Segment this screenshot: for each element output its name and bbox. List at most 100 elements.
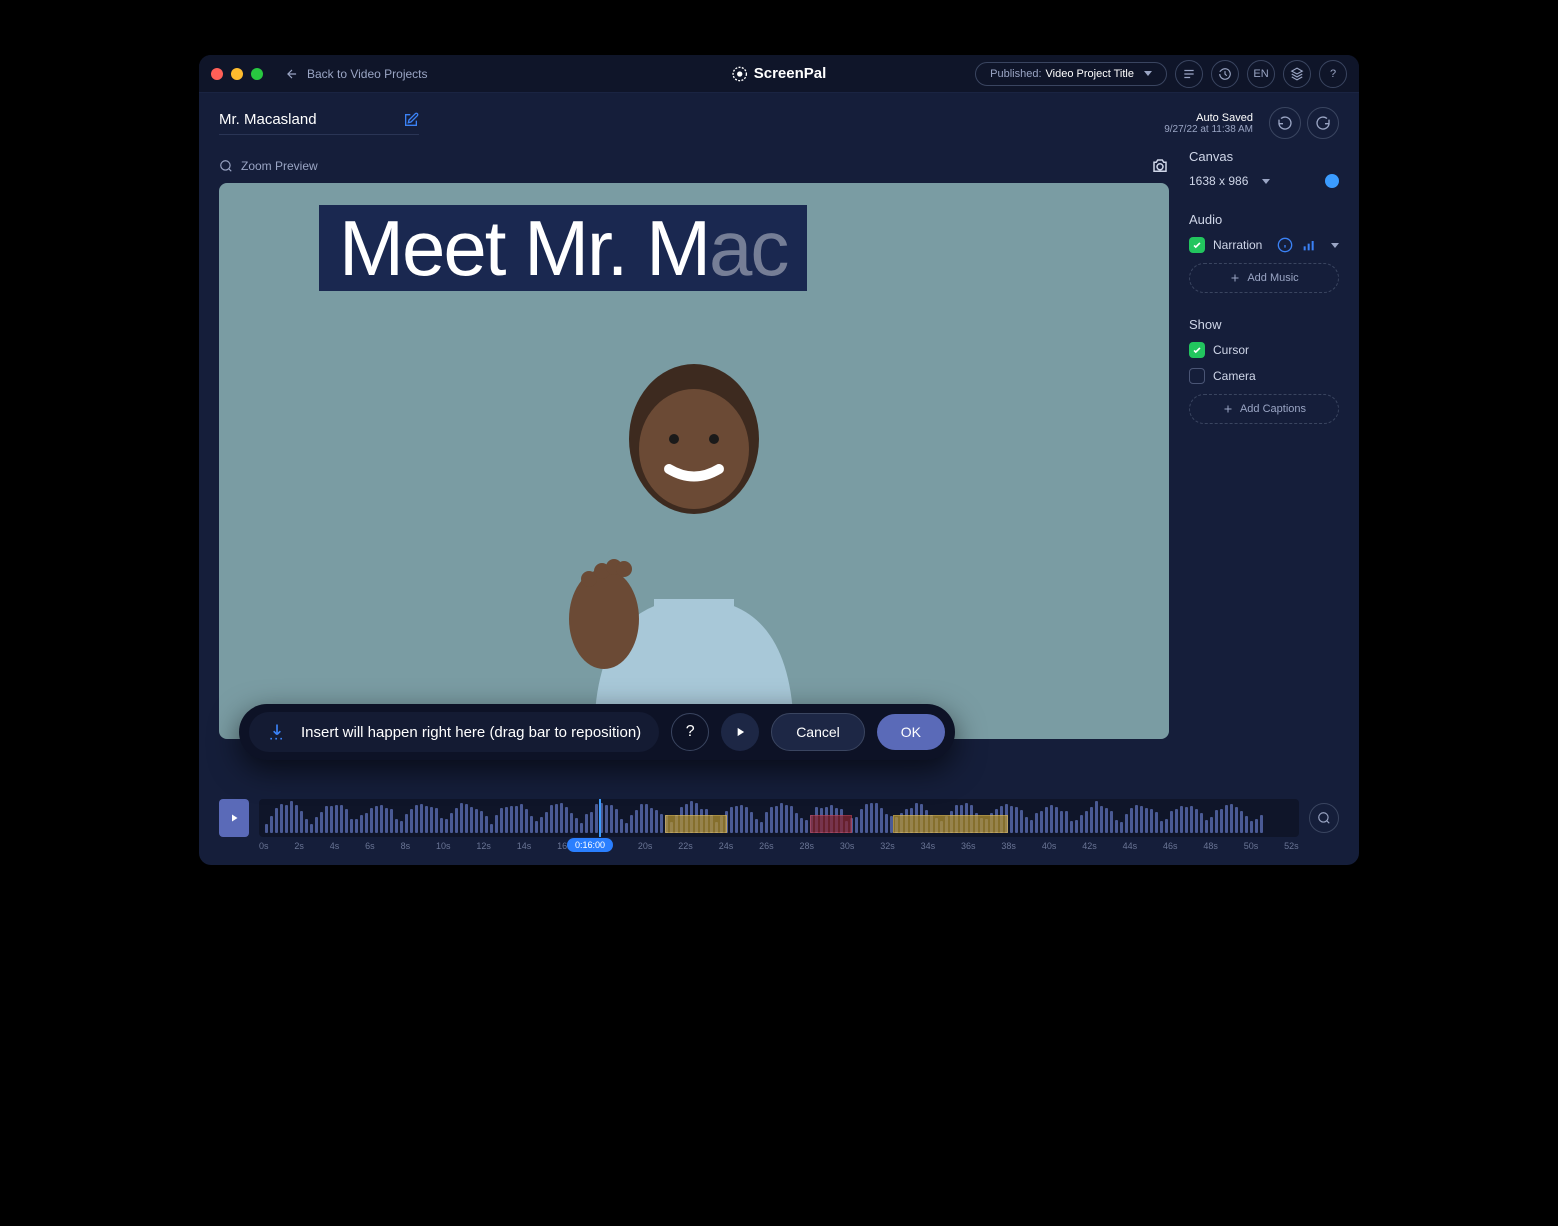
timeline-zoom-button[interactable] — [1309, 803, 1339, 833]
search-icon — [219, 159, 233, 173]
insert-play-button[interactable] — [721, 713, 759, 751]
timeline-tick: 14s — [517, 841, 532, 851]
narration-controls — [1277, 237, 1339, 253]
edit-icon[interactable] — [403, 112, 419, 128]
narration-checkbox[interactable] — [1189, 237, 1205, 253]
cancel-button[interactable]: Cancel — [771, 713, 865, 751]
timeline-tick: 6s — [365, 841, 375, 851]
timeline-track[interactable] — [259, 799, 1299, 837]
maximize-icon[interactable] — [251, 68, 263, 80]
notes-icon — [1182, 67, 1196, 81]
add-music-label: Add Music — [1247, 272, 1298, 284]
timeline-tick: 36s — [961, 841, 976, 851]
zoom-preview-label[interactable]: Zoom Preview — [241, 159, 318, 173]
timeline-play-button[interactable] — [219, 799, 249, 837]
info-icon[interactable] — [1277, 237, 1293, 253]
canvas-size-dropdown[interactable]: 1638 x 986 — [1189, 174, 1339, 188]
overlay-text-visible: Meet Mr. M — [339, 204, 709, 292]
arrow-left-icon — [285, 67, 299, 81]
preview-column: Zoom Preview Meet Mr. Mac — [219, 149, 1169, 739]
question-icon: ? — [686, 723, 695, 741]
timeline-tick: 30s — [840, 841, 855, 851]
history-button[interactable] — [1211, 60, 1239, 88]
timeline-ticks: 0:16:00 0s2s4s6s8s10s12s14s16s18s20s22s2… — [259, 841, 1299, 851]
add-captions-label: Add Captions — [1240, 403, 1306, 415]
add-captions-button[interactable]: Add Captions — [1189, 394, 1339, 424]
waveform — [259, 799, 1299, 837]
camera-row: Camera — [1189, 368, 1339, 384]
chevron-down-icon[interactable] — [1331, 243, 1339, 248]
timeline-marker-red[interactable] — [810, 815, 852, 833]
layers-button[interactable] — [1283, 60, 1311, 88]
timeline-tick: 2s — [294, 841, 304, 851]
main-area: Zoom Preview Meet Mr. Mac — [199, 149, 1359, 739]
undo-button[interactable] — [1269, 107, 1301, 139]
redo-icon — [1315, 115, 1331, 131]
plus-icon — [1229, 272, 1241, 284]
timeline-tick: 20s — [638, 841, 653, 851]
timeline-tick: 10s — [436, 841, 451, 851]
add-music-button[interactable]: Add Music — [1189, 263, 1339, 293]
show-label: Show — [1189, 317, 1339, 332]
language-label: EN — [1253, 68, 1268, 80]
canvas-color-swatch[interactable] — [1325, 174, 1339, 188]
insert-icon — [267, 722, 287, 742]
ok-button[interactable]: OK — [877, 714, 945, 750]
plus-icon — [1222, 403, 1234, 415]
audio-section: Audio Narration Add Music — [1189, 212, 1339, 293]
titlebar-right: Published: Video Project Title EN ? — [975, 60, 1347, 88]
overlay-title: Meet Mr. Mac — [319, 205, 807, 291]
audio-levels-icon[interactable] — [1301, 237, 1317, 253]
window-controls — [211, 68, 263, 80]
project-title: Mr. Macasland — [219, 111, 317, 128]
timeline-marker-yellow[interactable] — [893, 815, 1007, 833]
autosave-time: 9/27/22 at 11:38 AM — [1164, 124, 1253, 135]
camera-label: Camera — [1213, 369, 1256, 383]
cursor-label: Cursor — [1213, 343, 1249, 357]
timeline-tick: 26s — [759, 841, 774, 851]
help-button[interactable]: ? — [1319, 60, 1347, 88]
app-window: Back to Video Projects ScreenPal Publish… — [199, 55, 1359, 865]
canvas-section: Canvas 1638 x 986 — [1189, 149, 1339, 188]
video-preview[interactable]: Meet Mr. Mac — [219, 183, 1169, 739]
timeline-tick: 48s — [1203, 841, 1218, 851]
insert-help-button[interactable]: ? — [671, 713, 709, 751]
language-button[interactable]: EN — [1247, 60, 1275, 88]
timeline-tick: 32s — [880, 841, 895, 851]
timeline-tick: 28s — [799, 841, 814, 851]
narration-label: Narration — [1213, 238, 1262, 252]
publish-prefix: Published: — [990, 68, 1041, 80]
show-section: Show Cursor Camera Add Captions — [1189, 317, 1339, 424]
timeline-tick: 4s — [330, 841, 340, 851]
check-icon — [1192, 345, 1202, 355]
back-button[interactable]: Back to Video Projects — [285, 67, 428, 81]
play-icon — [733, 725, 747, 739]
publish-title: Video Project Title — [1046, 68, 1134, 80]
timeline-tick: 42s — [1082, 841, 1097, 851]
cursor-checkbox[interactable] — [1189, 342, 1205, 358]
insert-toolbar: Insert will happen right here (drag bar … — [239, 704, 955, 760]
playhead-time-badge: 0:16:00 — [567, 838, 613, 852]
timeline-marker-yellow[interactable] — [665, 815, 727, 833]
playhead[interactable] — [599, 799, 601, 837]
notes-button[interactable] — [1175, 60, 1203, 88]
camera-icon[interactable] — [1151, 157, 1169, 175]
minimize-icon[interactable] — [231, 68, 243, 80]
close-icon[interactable] — [211, 68, 223, 80]
audio-label: Audio — [1189, 212, 1339, 227]
project-title-field[interactable]: Mr. Macasland — [219, 111, 419, 135]
timeline-tick: 12s — [476, 841, 491, 851]
timeline-tick: 24s — [719, 841, 734, 851]
autosave-label: Auto Saved — [1164, 112, 1253, 124]
autosave-status: Auto Saved 9/27/22 at 11:38 AM — [1164, 112, 1253, 135]
camera-checkbox[interactable] — [1189, 368, 1205, 384]
redo-button[interactable] — [1307, 107, 1339, 139]
timeline-tick: 22s — [678, 841, 693, 851]
layers-icon — [1290, 67, 1304, 81]
history-icon — [1218, 67, 1232, 81]
publish-dropdown[interactable]: Published: Video Project Title — [975, 62, 1167, 86]
help-icon: ? — [1330, 68, 1336, 80]
insert-message: Insert will happen right here (drag bar … — [301, 724, 641, 741]
titlebar: Back to Video Projects ScreenPal Publish… — [199, 55, 1359, 93]
chevron-down-icon — [1144, 71, 1152, 76]
